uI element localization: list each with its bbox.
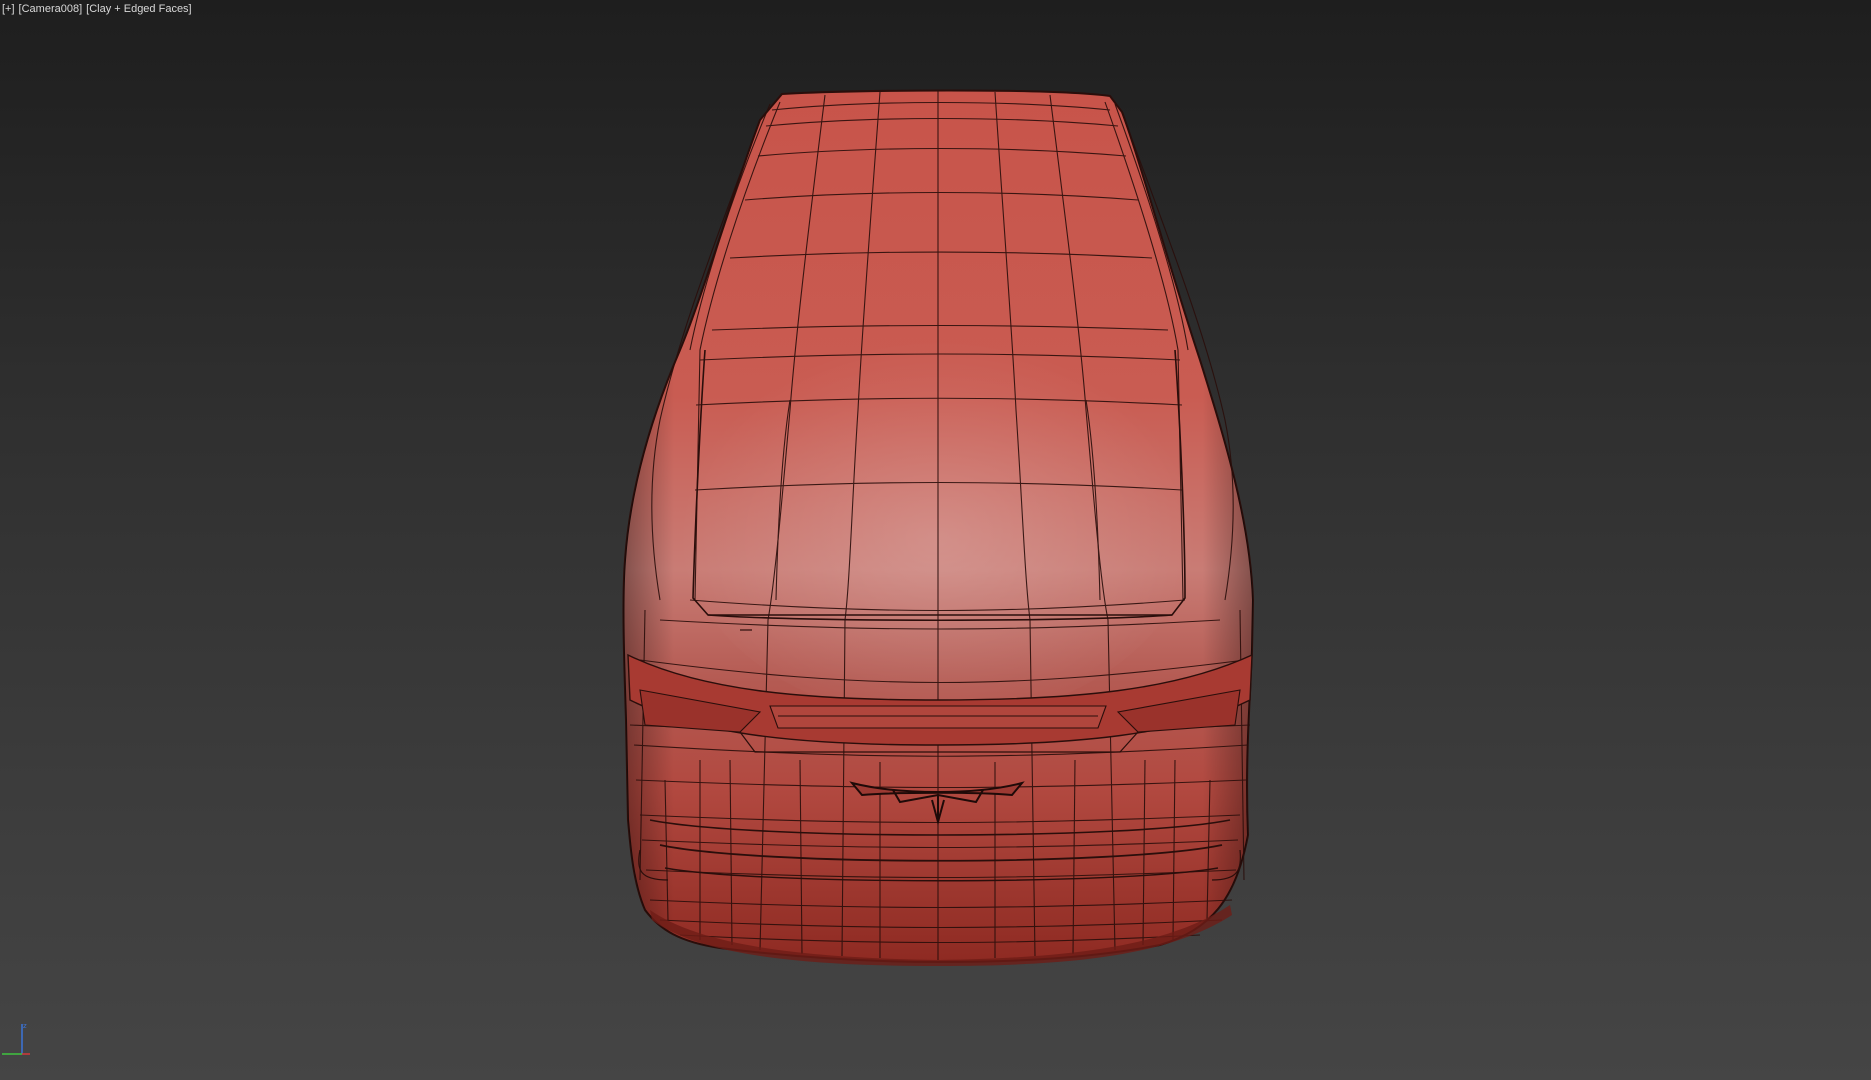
car-rear-wireframe-model[interactable] bbox=[0, 0, 1871, 1080]
axis-z-label: z bbox=[23, 1022, 27, 1030]
viewport-camera008[interactable]: [+] [Camera008] [Clay + Edged Faces] z bbox=[0, 0, 1871, 1080]
axis-tripod-icon: z bbox=[2, 1022, 30, 1055]
